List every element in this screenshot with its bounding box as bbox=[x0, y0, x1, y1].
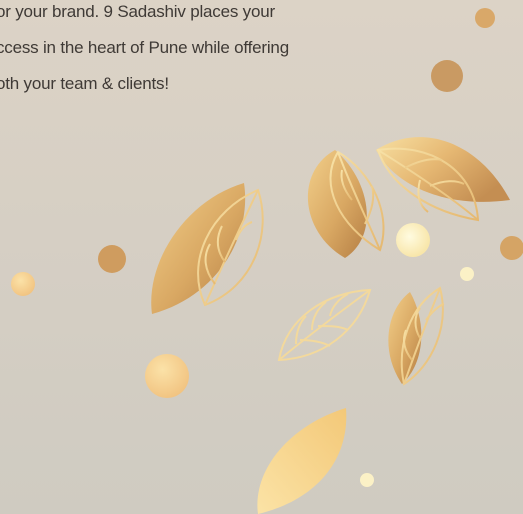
dot-icon bbox=[145, 354, 189, 398]
leaf-illustration bbox=[11, 8, 523, 514]
dot-icon bbox=[11, 272, 35, 296]
dot-icon bbox=[460, 267, 474, 281]
dot-icon bbox=[396, 223, 430, 257]
leaf-icon bbox=[257, 408, 347, 514]
dot-icon bbox=[98, 245, 126, 273]
dot-icon bbox=[500, 236, 523, 260]
leaf-icon bbox=[277, 288, 372, 362]
dot-icon bbox=[431, 60, 463, 92]
dot-icon bbox=[475, 8, 495, 28]
page: { "text": { "lines": [ "or your brand. 9… bbox=[0, 0, 523, 514]
dot-icon bbox=[360, 473, 374, 487]
